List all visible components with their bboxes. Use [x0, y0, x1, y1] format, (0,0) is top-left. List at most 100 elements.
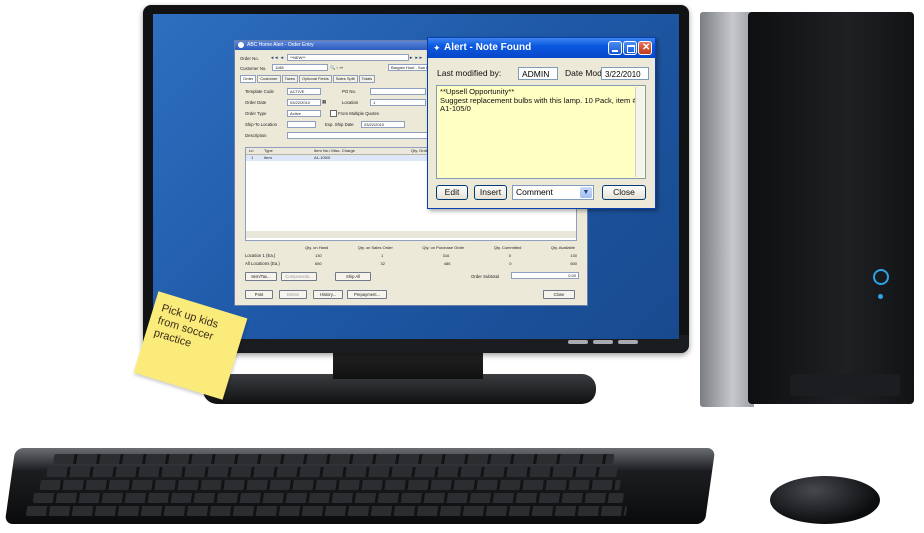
order-subtotal-label: Order Subtotal — [471, 274, 499, 279]
hdr-qty-on-sales-order: Qty. on Sales Order — [357, 245, 393, 250]
note-textarea[interactable]: **Upsell Opportunity** Suggest replaceme… — [436, 85, 646, 179]
window-title: ABC Home Alert - Order Entry — [247, 42, 314, 48]
alert-window: ✦ Alert - Note Found ✕ Last modified by:… — [427, 37, 656, 209]
from-multiple-quotes-label: From Multiple Quotes — [338, 111, 380, 116]
calendar-icon[interactable]: ▦ — [322, 99, 326, 105]
cell: 316 — [442, 253, 450, 258]
location-field[interactable]: 1 — [370, 99, 426, 106]
ship-to-location-label: Ship-To Location — [245, 122, 278, 127]
power-button-icon — [873, 269, 889, 285]
history-button[interactable]: History... — [313, 290, 343, 299]
edit-button[interactable]: Edit — [436, 185, 468, 200]
post-button[interactable]: Post — [245, 290, 273, 299]
po-no-field[interactable] — [370, 88, 426, 95]
cell: 650 — [315, 261, 322, 266]
horizontal-scrollbar[interactable] — [246, 231, 576, 238]
minimize-button[interactable] — [608, 41, 622, 55]
row-type: Item — [264, 155, 272, 160]
customer-no-field[interactable]: 1188 — [272, 64, 328, 71]
note-type-select[interactable]: Comment ▼ — [512, 185, 594, 200]
summary-row: 650 32 486 0 650 — [315, 261, 577, 266]
note-type-value: Comment — [516, 187, 553, 197]
customer-lookup-icon[interactable]: 🔍 ▫ ⇒ — [330, 65, 343, 71]
vertical-scrollbar[interactable] — [635, 87, 644, 177]
key-row — [53, 454, 615, 464]
window-close-button[interactable]: ✕ — [638, 41, 652, 55]
tab-order[interactable]: Order — [240, 75, 257, 83]
tab-optional-fields[interactable]: Optional Fields — [299, 75, 332, 83]
cell: 0 — [508, 253, 511, 258]
keyboard — [4, 448, 716, 524]
cell: 130 — [570, 253, 577, 258]
maximize-button[interactable] — [623, 41, 637, 55]
summary-row: 130 1 316 0 130 — [315, 253, 577, 258]
cell: 130 — [315, 253, 322, 258]
item-tax-button[interactable]: Item/Tax... — [245, 272, 277, 281]
chevron-down-icon[interactable]: ▼ — [580, 187, 592, 198]
order-date-label: Order Date — [245, 100, 267, 105]
location-label: Location — [342, 100, 359, 105]
description-field[interactable] — [287, 132, 431, 139]
close-icon: ✕ — [642, 42, 651, 53]
order-subtotal-field: 0.00 — [511, 272, 579, 279]
key-row — [39, 480, 621, 490]
order-no-label: Order No. — [240, 56, 259, 61]
mouse — [770, 476, 880, 524]
description-label: Description — [245, 133, 267, 138]
col-item: Item No./ Misc. Charge — [314, 148, 355, 153]
key-row — [46, 467, 618, 477]
tab-sales-split[interactable]: Sales Split — [332, 75, 358, 83]
insert-button[interactable]: Insert — [474, 185, 507, 200]
cell: 486 — [443, 261, 451, 266]
exp-ship-date-field[interactable]: 03/22/2010 — [361, 121, 405, 128]
from-multiple-quotes-checkbox[interactable] — [330, 110, 337, 117]
sticky-note-text: Pick up kids from soccer practice — [152, 302, 240, 363]
nav-first-prev-icon[interactable]: ◄◄ ◄ — [270, 55, 284, 60]
hdr-qty-committed: Qty. Committed — [493, 245, 522, 250]
order-no-field[interactable]: **NEW** — [287, 54, 409, 61]
hdr-qty-available: Qty. Available — [550, 245, 575, 250]
note-line: A1-105/0 — [440, 104, 471, 114]
nav-next-last-icon[interactable]: ► ►► — [409, 55, 423, 60]
tab-taxes[interactable]: Taxes — [281, 75, 299, 83]
row-item: A1-105/0 — [314, 155, 331, 160]
alert-app-icon: ✦ — [433, 43, 441, 53]
all-locations-label: All Locations (Ea.) — [245, 261, 280, 266]
template-code-label: Template Code — [245, 89, 274, 94]
computer-tower-side — [700, 12, 754, 407]
row-ln: 1 — [251, 155, 254, 160]
customer-no-label: Customer No. — [240, 66, 267, 71]
tab-customer[interactable]: Customer — [257, 75, 281, 83]
col-type: Type — [264, 148, 273, 153]
key-row — [25, 506, 628, 516]
last-modified-label: Last modified by: — [437, 68, 502, 78]
alert-title: Alert - Note Found — [444, 42, 532, 53]
power-led — [878, 294, 883, 299]
hdr-qty-on-hand: Qty. on Hand — [305, 245, 329, 250]
summary-header: Qty. on Hand Qty. on Sales Order Qty. on… — [305, 245, 575, 250]
template-code-field[interactable]: ACTIVE — [287, 88, 321, 95]
computer-tower — [748, 12, 914, 404]
date-modified-field: 3/22/2010 — [601, 67, 649, 80]
monitor-button — [568, 340, 588, 344]
components-button[interactable]: Components... — [281, 272, 317, 281]
key-row — [32, 493, 625, 503]
app-icon — [238, 42, 244, 48]
prepayment-button[interactable]: Prepayment... — [347, 290, 387, 299]
cell: 32 — [380, 261, 385, 266]
close-button[interactable]: Close — [543, 290, 575, 299]
minimize-icon — [612, 50, 618, 52]
order-type-select[interactable]: Active — [287, 110, 321, 117]
ship-all-button[interactable]: Ship All — [335, 272, 371, 281]
ship-to-location-field[interactable] — [287, 121, 316, 128]
tab-totals[interactable]: Totals — [358, 75, 376, 83]
tower-drive-bay — [790, 374, 900, 396]
order-date-field[interactable]: 03/22/2010 — [287, 99, 321, 106]
monitor-button — [618, 340, 638, 344]
cell: 0 — [509, 261, 512, 266]
delete-button[interactable]: Delete — [279, 290, 307, 299]
col-ln: Ln — [249, 148, 254, 153]
exp-ship-date-label: Exp. Ship Date — [325, 122, 354, 127]
alert-close-button[interactable]: Close — [602, 185, 646, 200]
location-1-label: Location 1 (Ea.) — [245, 253, 276, 258]
